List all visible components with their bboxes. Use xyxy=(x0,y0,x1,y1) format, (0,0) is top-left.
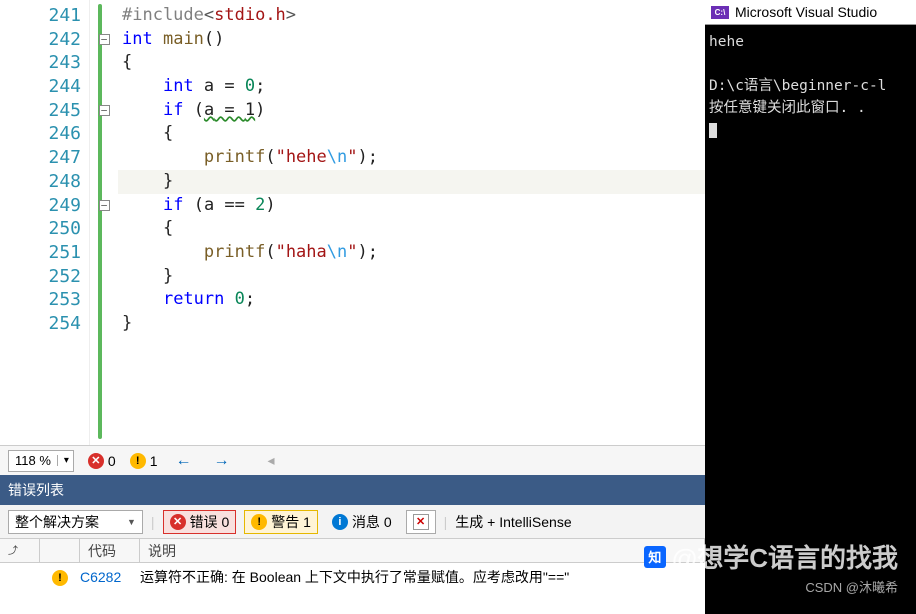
line-number: 245 xyxy=(0,99,89,123)
console-line: 按任意键关闭此窗口. . xyxy=(709,100,866,116)
console-titlebar[interactable]: C:\ Microsoft Visual Studio xyxy=(705,0,916,25)
fold-toggle[interactable]: − xyxy=(99,34,110,45)
console-cursor xyxy=(709,123,717,138)
line-number: 252 xyxy=(0,265,89,289)
line-number: 253 xyxy=(0,288,89,312)
line-number: 250 xyxy=(0,217,89,241)
error-icon: ✕ xyxy=(88,453,104,469)
nav-next-icon[interactable]: → xyxy=(210,452,234,470)
error-list-title: 错误列表 xyxy=(8,480,64,500)
header-icon: ⤴ xyxy=(8,546,18,557)
error-desc: 运算符不正确: 在 Boolean 上下文中执行了常量赋值。应考虑改用"==" xyxy=(140,567,705,587)
chevron-down-icon: ▼ xyxy=(127,517,136,527)
build-mode[interactable]: 生成 + IntelliSense xyxy=(455,512,571,532)
filter-errors[interactable]: ✕ 错误 0 xyxy=(163,510,237,534)
col-code[interactable]: 代码 xyxy=(80,539,140,562)
fold-toggle[interactable]: − xyxy=(99,200,110,211)
error-list-header: 错误列表 xyxy=(0,475,705,505)
editor-statusbar: 118 % ▾ ✕ 0 ! 1 ← → ◂ xyxy=(0,445,705,475)
line-number: 244 xyxy=(0,75,89,99)
filter-warnings[interactable]: ! 警告 1 xyxy=(244,510,318,534)
line-number: 254 xyxy=(0,312,89,336)
warning-icon: ! xyxy=(251,514,267,530)
scope-combo[interactable]: 整个解决方案 ▼ xyxy=(8,510,143,534)
nav-prev-icon[interactable]: ← xyxy=(172,452,196,470)
zoom-value: 118 % xyxy=(9,453,57,468)
line-number: 249 xyxy=(0,194,89,218)
error-list-toolbar: 整个解决方案 ▼ | ✕ 错误 0 ! 警告 1 i 消息 0 ✕ | 生成 +… xyxy=(0,505,705,539)
error-icon: ✕ xyxy=(170,514,186,530)
line-number: 242 xyxy=(0,28,89,52)
debug-console[interactable]: hehe D:\c语言\beginner-c-l 按任意键关闭此窗口. . xyxy=(705,25,916,614)
code-editor[interactable]: 241 242 243 244 245 246 247 248 249 250 … xyxy=(0,0,705,445)
vs-icon: C:\ xyxy=(711,6,729,19)
line-number: 246 xyxy=(0,122,89,146)
code-area[interactable]: #include<stdio.h> int main() { int a = 0… xyxy=(118,0,705,445)
clear-icon: ✕ xyxy=(413,514,429,530)
col-desc[interactable]: 说明 xyxy=(140,539,705,562)
fold-column: − − − xyxy=(90,0,118,445)
zoom-combo[interactable]: 118 % ▾ xyxy=(8,450,74,472)
line-number-gutter: 241 242 243 244 245 246 247 248 249 250 … xyxy=(0,0,90,445)
error-table[interactable]: ⤴ 代码 说明 ! C6282 运算符不正确: 在 Boolean 上下文中执行… xyxy=(0,539,705,591)
line-number: 247 xyxy=(0,146,89,170)
warning-icon: ! xyxy=(52,570,68,586)
console-line: hehe xyxy=(709,34,744,50)
line-number: 248 xyxy=(0,170,89,194)
filter-messages[interactable]: i 消息 0 xyxy=(326,510,398,534)
play-icon[interactable]: ◂ xyxy=(268,452,275,469)
table-header: ⤴ 代码 说明 xyxy=(0,539,705,563)
line-number: 251 xyxy=(0,241,89,265)
zoom-dropdown-icon[interactable]: ▾ xyxy=(57,455,73,466)
table-row[interactable]: ! C6282 运算符不正确: 在 Boolean 上下文中执行了常量赋值。应考… xyxy=(0,563,705,591)
line-number: 241 xyxy=(0,4,89,28)
error-count[interactable]: ✕ 0 xyxy=(88,453,116,469)
fold-toggle[interactable]: − xyxy=(99,105,110,116)
warning-count[interactable]: ! 1 xyxy=(130,453,158,469)
line-number: 243 xyxy=(0,51,89,75)
info-icon: i xyxy=(332,514,348,530)
console-line: D:\c语言\beginner-c-l xyxy=(709,78,886,94)
clear-filter[interactable]: ✕ xyxy=(406,510,436,534)
warning-icon: ! xyxy=(130,453,146,469)
error-code-link[interactable]: C6282 xyxy=(80,569,140,585)
console-title-text: Microsoft Visual Studio xyxy=(735,4,877,20)
